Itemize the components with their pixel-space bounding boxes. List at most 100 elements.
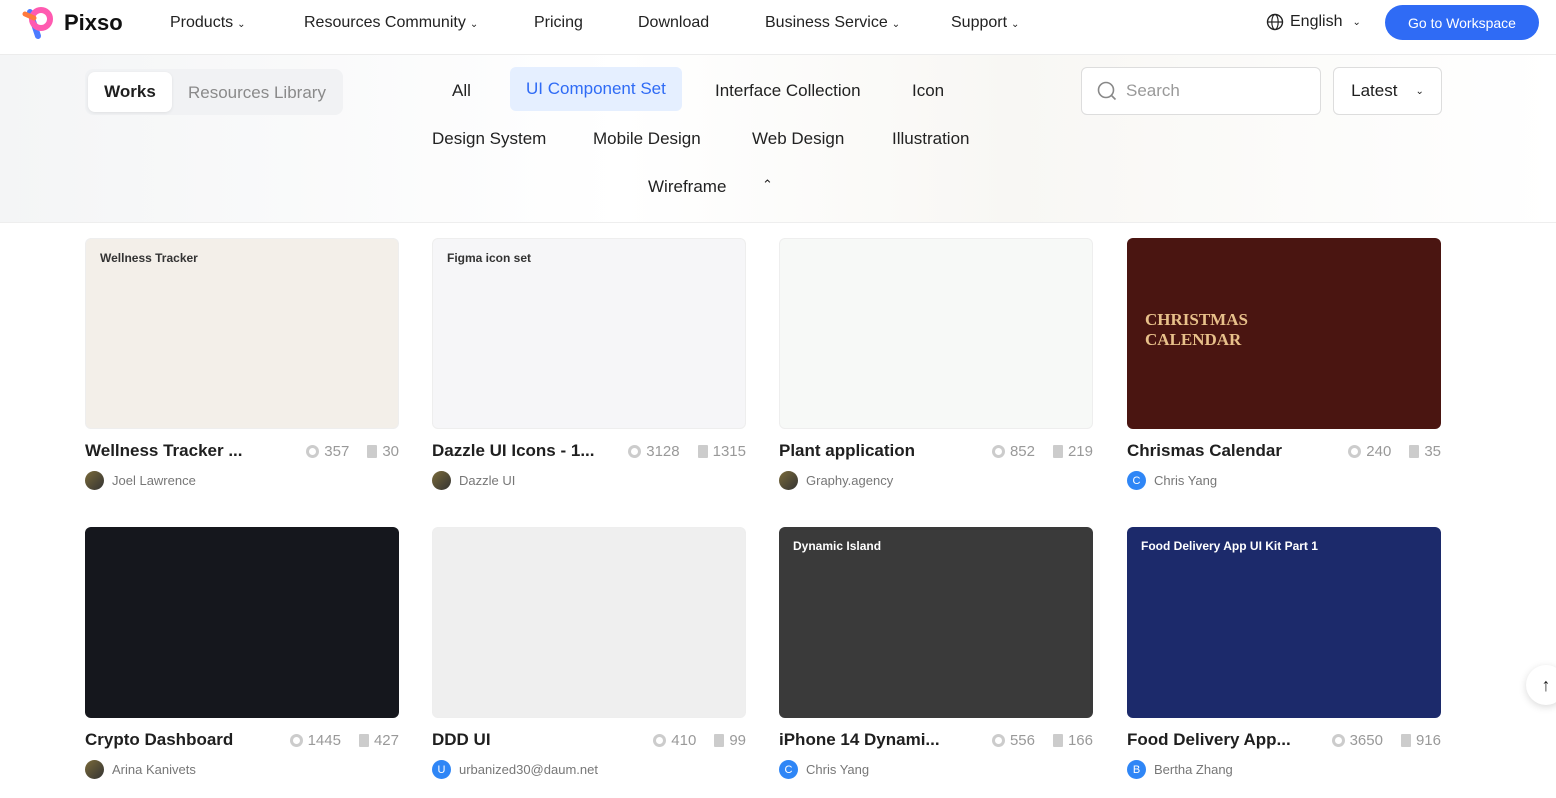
- thumbnail-text: Figma icon set: [447, 251, 532, 265]
- nav-download[interactable]: Download: [638, 14, 709, 32]
- work-thumbnail[interactable]: Figma icon set: [432, 238, 746, 429]
- search-input[interactable]: Search: [1081, 67, 1321, 115]
- author-name: Joel Lawrence: [112, 473, 196, 488]
- chevron-down-icon: ⌄: [1011, 19, 1020, 30]
- author[interactable]: Dazzle UI: [432, 471, 746, 490]
- category-interface-collection[interactable]: Interface Collection: [715, 81, 861, 101]
- duplicate-count: 916: [1400, 732, 1441, 749]
- chevron-down-icon: ⌄: [1415, 85, 1424, 97]
- author[interactable]: C Chris Yang: [779, 760, 1093, 779]
- work-card[interactable]: Dynamic Island iPhone 14 Dynami... 556 1…: [779, 527, 1093, 779]
- chevron-down-icon: ⌄: [1352, 16, 1361, 28]
- view-count: 852: [991, 443, 1035, 460]
- back-to-top-button[interactable]: ↑: [1526, 665, 1556, 705]
- category-mobile-design[interactable]: Mobile Design: [593, 129, 701, 149]
- go-to-workspace-button[interactable]: Go to Workspace: [1385, 5, 1539, 40]
- nav-resources-community[interactable]: Resources Community ⌄: [304, 14, 478, 32]
- author-name: Graphy.agency: [806, 473, 894, 488]
- work-card[interactable]: Figma icon set Dazzle UI Icons - 1... 31…: [432, 238, 746, 490]
- eye-icon: [289, 733, 303, 747]
- thumbnail-text: CHRISTMAS CALENDAR: [1145, 310, 1248, 349]
- work-title[interactable]: iPhone 14 Dynami...: [779, 730, 974, 750]
- language-label: English: [1290, 13, 1343, 30]
- category-web-design[interactable]: Web Design: [752, 129, 844, 149]
- view-toggle: Works Resources Library: [85, 69, 343, 115]
- work-thumbnail[interactable]: Wellness Tracker: [85, 238, 399, 429]
- author[interactable]: B Bertha Zhang: [1127, 760, 1441, 779]
- category-wireframe[interactable]: Wireframe: [648, 177, 726, 197]
- work-thumbnail[interactable]: [85, 527, 399, 718]
- author[interactable]: C Chris Yang: [1127, 471, 1441, 490]
- duplicate-icon: [1052, 444, 1063, 458]
- eye-icon: [306, 444, 320, 458]
- work-thumbnail[interactable]: [779, 238, 1093, 429]
- chevron-down-icon: ⌄: [237, 19, 246, 30]
- tab-resources-library[interactable]: Resources Library: [188, 83, 326, 103]
- brand-logo[interactable]: Pixso: [22, 6, 123, 40]
- filter-bar: Works Resources Library All UI Component…: [0, 55, 1556, 223]
- work-card[interactable]: Food Delivery App UI Kit Part 1 Food Del…: [1127, 527, 1441, 779]
- duplicate-icon: [1052, 733, 1063, 747]
- author[interactable]: Graphy.agency: [779, 471, 1093, 490]
- category-design-system[interactable]: Design System: [432, 129, 546, 149]
- author[interactable]: Uurbanized30@daum.net: [432, 760, 746, 779]
- top-header: Pixso Products ⌄ Resources Community ⌄ Pri…: [0, 0, 1556, 55]
- nav-products[interactable]: Products ⌄: [170, 14, 246, 32]
- work-card[interactable]: Crypto Dashboard 1445 427 Arina Kanivets: [85, 527, 399, 779]
- nav-pricing[interactable]: Pricing: [534, 14, 583, 32]
- work-title[interactable]: Food Delivery App...: [1127, 730, 1314, 750]
- pixso-logo-icon: [22, 7, 53, 39]
- category-ui-component-set[interactable]: UI Component Set: [510, 67, 682, 111]
- work-thumbnail[interactable]: CHRISTMAS CALENDAR: [1127, 238, 1441, 429]
- chevron-down-icon: ⌄: [891, 19, 901, 30]
- view-count: 1445: [289, 732, 341, 749]
- duplicate-count: 99: [714, 732, 746, 749]
- eye-icon: [1348, 444, 1362, 458]
- duplicate-count: 35: [1409, 443, 1441, 460]
- duplicate-icon: [1409, 444, 1420, 458]
- work-title[interactable]: Plant application: [779, 441, 974, 461]
- work-card[interactable]: Wellness Tracker Wellness Tracker ... 35…: [85, 238, 399, 490]
- avatar: U: [432, 760, 451, 779]
- duplicate-count: 1315: [697, 443, 746, 460]
- eye-icon: [991, 444, 1005, 458]
- arrow-up-icon: ↑: [1541, 674, 1551, 695]
- duplicate-icon: [1400, 733, 1411, 747]
- work-thumbnail[interactable]: Dynamic Island: [779, 527, 1093, 718]
- avatar: B: [1127, 760, 1146, 779]
- author-name: urbanized30@daum.net: [459, 762, 598, 777]
- duplicate-count: 30: [367, 443, 399, 460]
- work-thumbnail[interactable]: Food Delivery App UI Kit Part 1: [1127, 527, 1441, 718]
- work-card[interactable]: DDD UI 410 99 Uurbanized30@daum.net: [432, 527, 746, 779]
- nav-business-service[interactable]: Business Service ⌄: [765, 14, 900, 32]
- work-title[interactable]: Crypto Dashboard: [85, 730, 272, 750]
- work-title[interactable]: Wellness Tracker ...: [85, 441, 288, 461]
- category-illustration[interactable]: Illustration: [892, 129, 969, 149]
- work-card[interactable]: Plant application 852 219 Graphy.agency: [779, 238, 1093, 490]
- duplicate-icon: [697, 444, 708, 458]
- author-name: Arina Kanivets: [112, 762, 196, 777]
- work-thumbnail[interactable]: [432, 527, 746, 718]
- author[interactable]: Joel Lawrence: [85, 471, 399, 490]
- author[interactable]: Arina Kanivets: [85, 760, 399, 779]
- search-placeholder: Search: [1126, 81, 1180, 100]
- eye-icon: [991, 733, 1005, 747]
- work-title[interactable]: Dazzle UI Icons - 1...: [432, 441, 610, 461]
- category-icon[interactable]: Icon: [912, 81, 944, 101]
- collapse-chevron-up-icon[interactable]: ⌃: [762, 177, 773, 193]
- category-all[interactable]: All: [452, 81, 471, 101]
- sort-dropdown[interactable]: Latest ⌄: [1333, 67, 1442, 115]
- view-count: 410: [653, 732, 696, 749]
- author-name: Chris Yang: [1154, 473, 1218, 488]
- nav-support[interactable]: Support ⌄: [951, 14, 1019, 32]
- author-name: Bertha Zhang: [1154, 762, 1233, 777]
- language-selector[interactable]: English ⌄: [1266, 13, 1361, 31]
- work-title[interactable]: Chrismas Calendar: [1127, 441, 1330, 461]
- search-icon: [1097, 81, 1117, 101]
- work-title[interactable]: DDD UI: [432, 730, 635, 750]
- brand-name: Pixso: [64, 10, 123, 35]
- tab-works[interactable]: Works: [88, 72, 172, 112]
- avatar: [779, 471, 798, 490]
- work-card[interactable]: CHRISTMAS CALENDAR Chrismas Calendar 240…: [1127, 238, 1441, 490]
- avatar: C: [1127, 471, 1146, 490]
